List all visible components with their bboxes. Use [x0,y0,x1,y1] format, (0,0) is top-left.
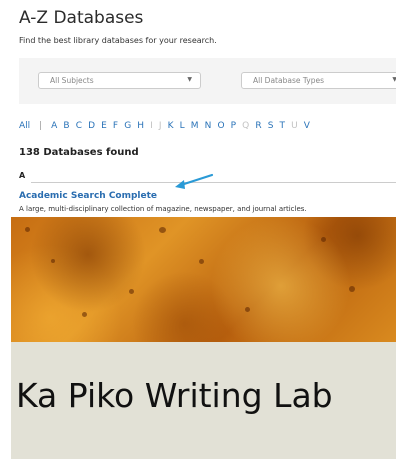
letter-m-link[interactable]: M [191,121,199,131]
letter-v-link[interactable]: V [304,121,310,131]
letter-s-link[interactable]: S [268,121,274,131]
letter-p-link[interactable]: P [231,121,236,131]
letter-l-link[interactable]: L [180,121,185,131]
database-link[interactable]: Academic Search Complete [19,191,157,201]
letter-k-link[interactable]: K [168,121,174,131]
subjects-select-value: All Subjects [50,76,94,85]
section-heading: A [19,171,26,180]
letter-i-link: I [150,121,153,131]
page-title: A-Z Databases [19,8,144,28]
results-count: 138 Databases found [19,147,139,158]
letter-e-link[interactable]: E [101,121,107,131]
letter-q-link: Q [242,121,250,131]
letter-all-link[interactable]: All [19,121,30,131]
subjects-select[interactable]: All Subjects ▼ [38,72,201,89]
letter-b-link[interactable]: B [63,121,69,131]
letter-r-link[interactable]: R [255,121,261,131]
letter-n-link[interactable]: N [205,121,212,131]
banner-image [11,217,396,342]
letter-t-link[interactable]: T [280,121,286,131]
caret-down-icon: ▼ [392,76,396,83]
lab-header: Ka Piko Writing Lab [11,342,396,459]
letter-g-link[interactable]: G [124,121,131,131]
letter-separator: | [39,121,43,131]
letter-d-link[interactable]: D [88,121,95,131]
caret-down-icon: ▼ [187,76,192,83]
database-description: A large, multi-disciplinary collection o… [19,205,307,213]
letter-f-link[interactable]: F [113,121,118,131]
types-select-value: All Database Types [253,76,324,85]
lab-title: Ka Piko Writing Lab [16,376,333,415]
letter-u-link: U [291,121,298,131]
arrow-icon [175,173,214,189]
filter-bar: All Subjects ▼ All Database Types ▼ [19,58,396,104]
letter-o-link[interactable]: O [217,121,224,131]
page-subtitle: Find the best library databases for your… [19,36,217,45]
database-types-select[interactable]: All Database Types ▼ [241,72,396,89]
letter-j-link: J [158,121,162,131]
letter-a-link[interactable]: A [51,121,57,131]
alphabet-filter: All | ABCDEFGHIJKLMNOPQRSTUV [19,121,316,131]
letter-h-link[interactable]: H [137,121,144,131]
letter-c-link[interactable]: C [76,121,82,131]
